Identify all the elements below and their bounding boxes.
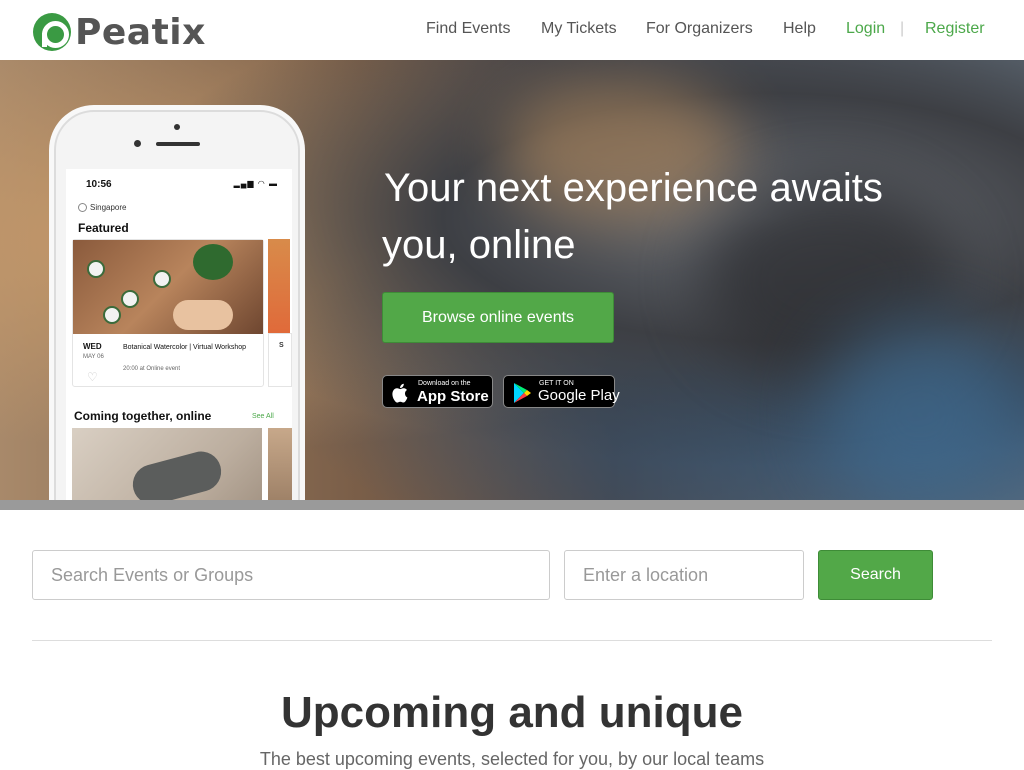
event-image bbox=[73, 240, 263, 334]
nav-login[interactable]: Login bbox=[846, 20, 885, 42]
phone-sensor bbox=[134, 140, 141, 147]
phone-status-time: 10:56 bbox=[86, 179, 112, 190]
hero-background-blur bbox=[820, 320, 1020, 510]
hero-headline-line2: you, online bbox=[382, 223, 576, 267]
hero-bottom-strip bbox=[0, 500, 1024, 510]
app-store-badge[interactable]: Download on the App Store bbox=[382, 375, 493, 408]
google-play-badge[interactable]: GET IT ON Google Play bbox=[503, 375, 620, 408]
hero-banner: 10:56 ▂▄▆ ◠ ▬ Singapore Featured WED MAY… bbox=[0, 60, 1024, 510]
upcoming-subtitle: The best upcoming events, selected for y… bbox=[0, 749, 1024, 770]
event-image bbox=[268, 239, 290, 333]
google-play-big-text: Google Play bbox=[538, 387, 620, 404]
google-play-icon bbox=[514, 383, 531, 403]
app-store-big-text: App Store bbox=[417, 388, 489, 405]
hero-headline: Your next experience awaits bbox=[384, 166, 883, 210]
nav-my-tickets[interactable]: My Tickets bbox=[541, 20, 617, 42]
upcoming-subtitle-part1: The best upcoming events bbox=[259, 749, 471, 769]
phone-mockup: 10:56 ▂▄▆ ◠ ▬ Singapore Featured WED MAY… bbox=[54, 110, 300, 510]
event-title: Botanical Watercolor | Virtual Workshop bbox=[123, 344, 247, 351]
section-divider bbox=[32, 640, 992, 641]
phone-speaker bbox=[156, 142, 200, 146]
google-play-small-text: GET IT ON bbox=[539, 380, 574, 387]
top-header: Peatix Find Events My Tickets For Organi… bbox=[0, 0, 1024, 60]
browse-button-label: Browse online events bbox=[421, 308, 575, 326]
search-button-label: Search bbox=[850, 566, 901, 583]
phone-event-card: S bbox=[268, 333, 292, 387]
nav-help[interactable]: Help bbox=[783, 20, 816, 42]
nav-register[interactable]: Register bbox=[925, 20, 985, 42]
logo-text: Peatix bbox=[75, 11, 206, 53]
nav-find-events[interactable]: Find Events bbox=[426, 20, 510, 42]
heart-icon: ♡ bbox=[87, 370, 98, 384]
phone-event-card: WED MAY 06 Botanical Watercolor | Virtua… bbox=[72, 239, 264, 387]
phone-see-all: See All bbox=[252, 413, 274, 420]
app-store-small-text: Download on the bbox=[418, 380, 471, 387]
phone-screen: 10:56 ▂▄▆ ◠ ▬ Singapore Featured WED MAY… bbox=[66, 169, 292, 510]
event-day: WED bbox=[83, 342, 102, 351]
phone-online-heading: Coming together, online bbox=[74, 409, 212, 423]
upcoming-heading: Upcoming and unique bbox=[281, 688, 743, 737]
apple-icon bbox=[392, 383, 408, 403]
phone-camera bbox=[174, 124, 180, 130]
event-month: MAY 06 bbox=[83, 354, 104, 360]
event-title: S bbox=[279, 342, 284, 349]
search-button[interactable]: Search bbox=[818, 550, 933, 600]
phone-location-label: Singapore bbox=[90, 203, 127, 212]
peatix-logo[interactable]: Peatix bbox=[33, 11, 206, 53]
location-input[interactable] bbox=[564, 550, 804, 600]
event-location: 20:00 at Online event bbox=[123, 366, 181, 372]
nav-for-organizers[interactable]: For Organizers bbox=[646, 20, 753, 42]
upcoming-subtitle-part2: , selected for you, by our local teams bbox=[470, 749, 765, 769]
browse-online-events-button[interactable]: Browse online events bbox=[382, 292, 614, 343]
phone-location-chip: Singapore bbox=[78, 203, 126, 212]
phone-status-icons: ▂▄▆ ◠ ▬ bbox=[233, 179, 278, 188]
event-image bbox=[72, 428, 262, 510]
phone-featured-heading: Featured bbox=[78, 221, 129, 235]
search-events-input[interactable] bbox=[32, 550, 550, 600]
nav-separator: | bbox=[900, 20, 905, 37]
location-icon bbox=[78, 203, 87, 212]
event-image bbox=[268, 428, 292, 510]
peatix-logo-icon bbox=[33, 13, 71, 51]
